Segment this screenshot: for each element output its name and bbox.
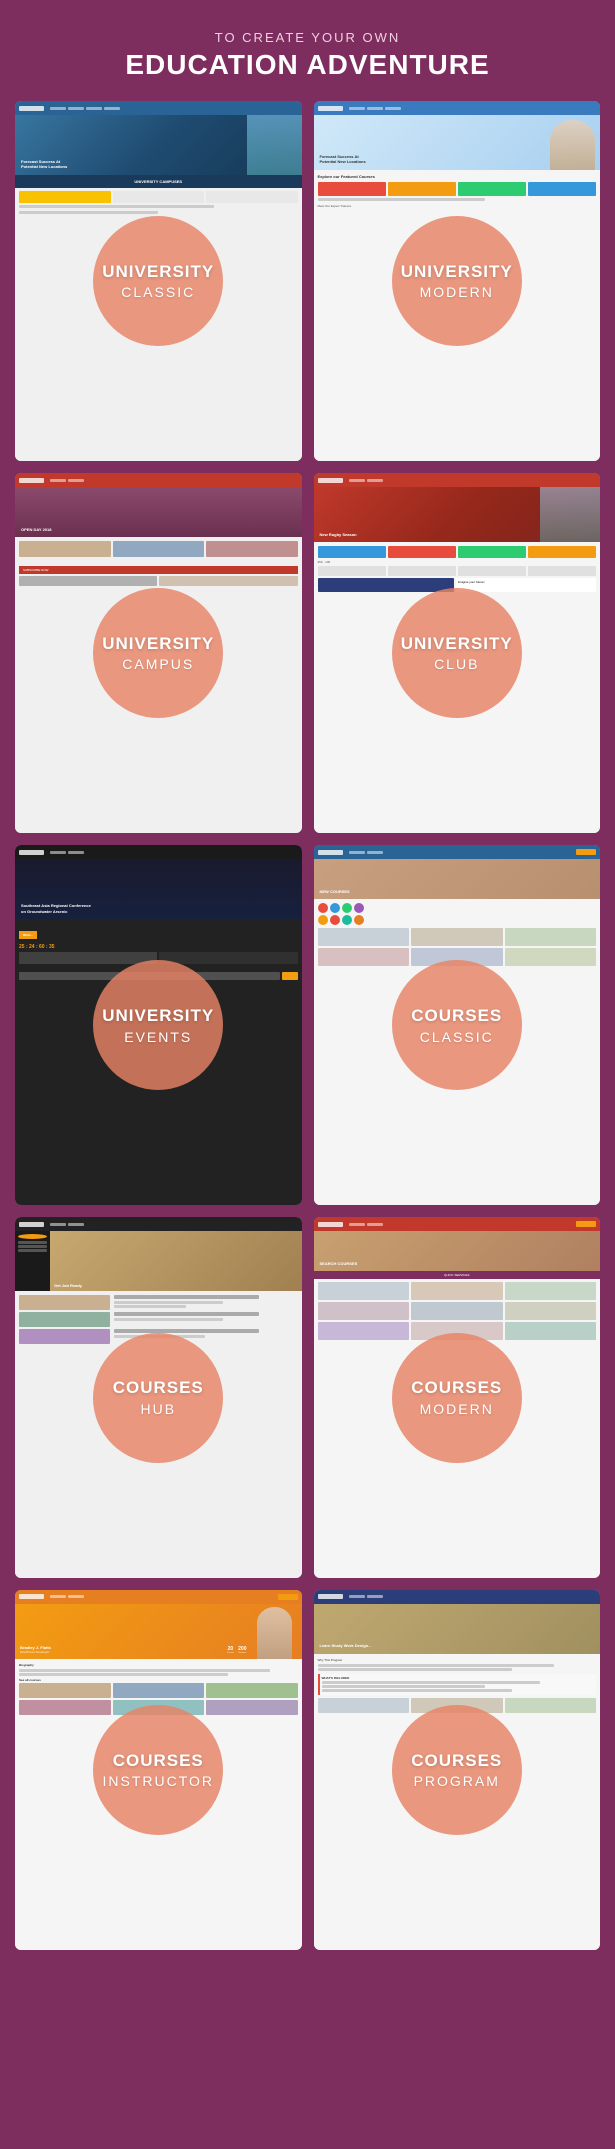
hero-text: Learn Study Work Design... [320,1643,372,1649]
card-university-campus[interactable]: OPEN DAY 2018 SUBSCRIBE NOW [15,473,302,833]
nav-link [50,1223,66,1226]
card-courses-modern[interactable]: SEARCH COURSES QUICK SERVICES [314,1217,601,1577]
nav-link [349,1595,365,1598]
nav-logo [19,106,44,111]
circle-overlay-courses-instructor: COURSES INSTRUCTOR [93,1705,223,1835]
nav-link [50,1595,66,1598]
hero-text: New Rugby Season [320,532,357,538]
hero-text: Forecast Success AtPotential New Locatio… [320,154,366,165]
card-name: CLUB [434,656,479,672]
nav-link [349,107,365,110]
page-wrapper: TO CREATE YOUR OWN EDUCATION ADVENTURE F… [0,0,615,1980]
hero-text: Southeast Asia Regional Conferenceon Gro… [21,903,91,914]
card-university-club[interactable]: New Rugby Season 350 · 100 [314,473,601,833]
card-courses-program[interactable]: Learn Study Work Design... Why This Prog… [314,1590,601,1950]
card-university-classic[interactable]: Forecast Success AtPotential New Locatio… [15,101,302,461]
nav-link [50,851,66,854]
nav-logo [318,850,343,855]
card-category: COURSES [113,1751,204,1771]
card-category: UNIVERSITY [401,634,513,654]
nav-link [68,1223,84,1226]
card-name: CLASSIC [121,284,195,300]
nav-logo [318,1594,343,1599]
card-name: CLASSIC [420,1029,494,1045]
page-header: TO CREATE YOUR OWN EDUCATION ADVENTURE [15,20,600,101]
card-name: CAMPUS [122,656,194,672]
circle-overlay-university-campus: UNIVERSITY CAMPUS [93,588,223,718]
nav-link [367,107,383,110]
circle-overlay-university-events: UNIVERSITY EVENTS [93,960,223,1090]
circle-overlay-university-club: UNIVERSITY CLUB [392,588,522,718]
nav-link [68,107,84,110]
hero-text: NEW COURSES [320,889,350,895]
circle-overlay-university-modern: UNIVERSITY MODERN [392,216,522,346]
card-name: MODERN [420,1401,494,1417]
nav-logo [19,1594,44,1599]
nav-link [367,479,383,482]
nav-logo [19,478,44,483]
nav-link [367,1595,383,1598]
card-courses-instructor[interactable]: Bradley J. Flatts WordPress Developer 20… [15,1590,302,1950]
nav-link [68,1595,84,1598]
nav-link [367,1223,383,1226]
nav-link [385,107,401,110]
nav-logo [19,850,44,855]
circle-overlay-courses-hub: COURSES HUB [93,1333,223,1463]
header-title: EDUCATION ADVENTURE [15,49,600,81]
nav-logo [318,478,343,483]
card-category: UNIVERSITY [102,634,214,654]
card-category: UNIVERSITY [102,1006,214,1026]
card-courses-hub[interactable]: Get Job Ready [15,1217,302,1577]
header-subtitle: TO CREATE YOUR OWN [15,30,600,45]
nav-link [104,107,120,110]
nav-link [68,851,84,854]
circle-overlay-courses-modern: COURSES MODERN [392,1333,522,1463]
nav-link [50,479,66,482]
card-name: PROGRAM [414,1773,500,1789]
card-name: INSTRUCTOR [102,1773,214,1789]
nav-link [50,107,66,110]
card-category: COURSES [411,1006,502,1026]
nav-logo [19,1222,44,1227]
nav-link [349,479,365,482]
card-category: COURSES [411,1378,502,1398]
nav-link [349,1223,365,1226]
nav-link [68,479,84,482]
card-category: UNIVERSITY [102,262,214,282]
nav-logo [318,106,343,111]
card-university-modern[interactable]: Forecast Success AtPotential New Locatio… [314,101,601,461]
nav-link [86,107,102,110]
nav-link [349,851,365,854]
hero-text: OPEN DAY 2018 [21,527,51,533]
card-courses-classic[interactable]: NEW COURSES [314,845,601,1205]
card-category: COURSES [113,1378,204,1398]
hero-text: Forecast Success AtPotential New Locatio… [21,159,67,170]
card-category: UNIVERSITY [401,262,513,282]
card-category: COURSES [411,1751,502,1771]
hero-text: SEARCH COURSES [320,1261,358,1267]
cards-grid: Forecast Success AtPotential New Locatio… [15,101,600,1950]
card-name: MODERN [420,284,494,300]
card-university-events[interactable]: Southeast Asia Regional Conferenceon Gro… [15,845,302,1205]
circle-overlay-courses-classic: COURSES CLASSIC [392,960,522,1090]
circle-overlay-university-classic: UNIVERSITY CLASSIC [93,216,223,346]
card-name: EVENTS [124,1029,192,1045]
nav-link [367,851,383,854]
nav-logo [318,1222,343,1227]
circle-overlay-courses-program: COURSES PROGRAM [392,1705,522,1835]
card-name: HUB [140,1401,176,1417]
